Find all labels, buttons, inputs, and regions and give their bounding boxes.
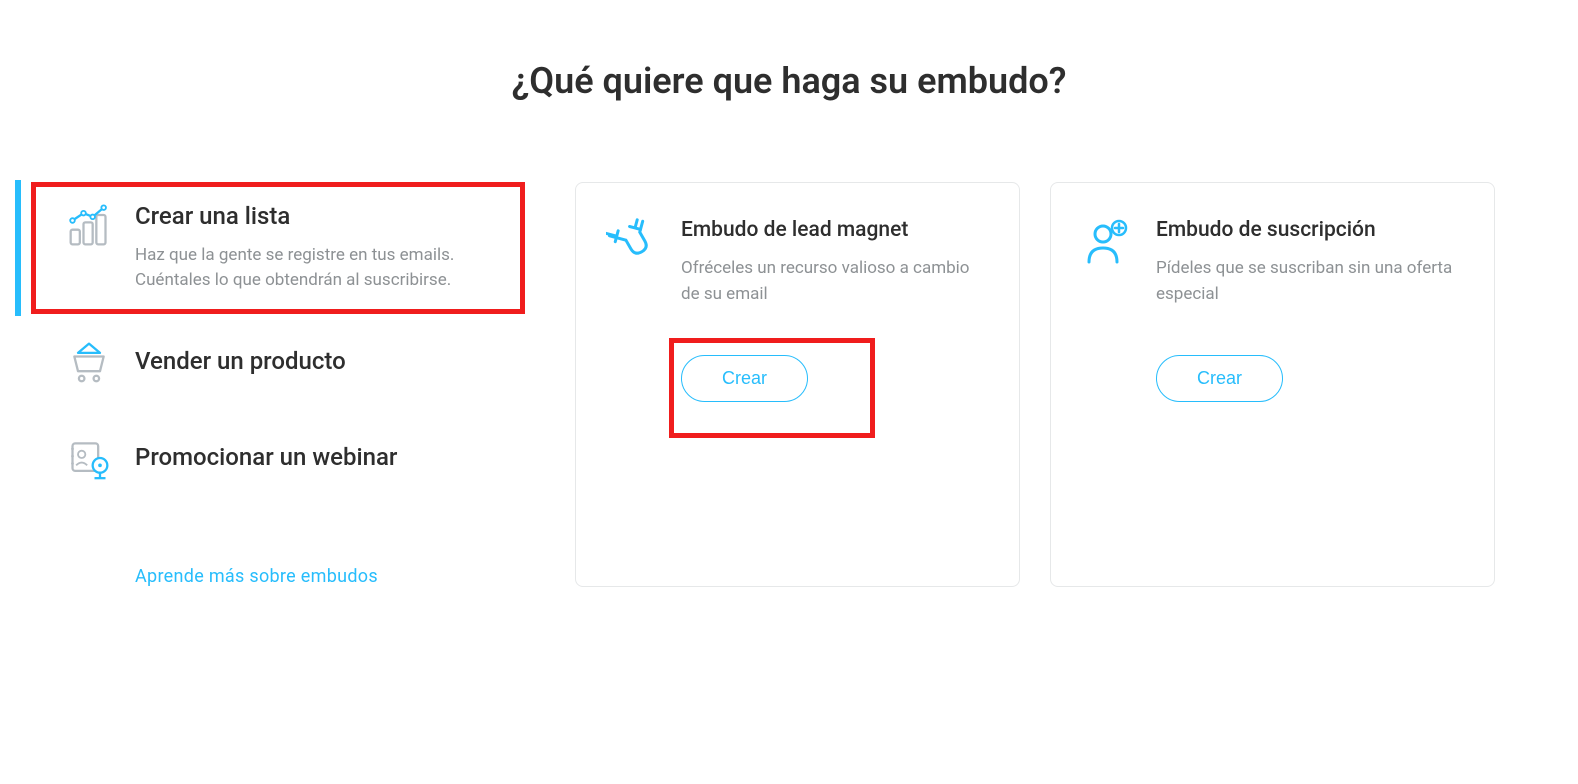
create-button[interactable]: Crear	[1156, 355, 1283, 402]
card-title: Embudo de lead magnet	[681, 218, 989, 242]
chart-growth-icon	[65, 202, 113, 250]
sidebar-item-promote-webinar[interactable]: Promocionar un webinar	[15, 410, 525, 506]
shopping-cart-icon	[65, 338, 113, 386]
sidebar: Crear una lista Haz que la gente se regi…	[15, 182, 525, 587]
learn-more-link[interactable]: Aprende más sobre embudos	[135, 566, 378, 587]
card-description: Ofréceles un recurso valioso a cambio de…	[681, 256, 989, 307]
cards-container: Embudo de lead magnet Ofréceles un recur…	[575, 182, 1563, 587]
sidebar-item-sell-product[interactable]: Vender un producto	[15, 314, 525, 410]
sidebar-item-title: Vender un producto	[135, 347, 495, 376]
card-lead-magnet: Embudo de lead magnet Ofréceles un recur…	[575, 182, 1020, 587]
active-indicator	[15, 180, 21, 316]
sidebar-item-description: Haz que la gente se registre en tus emai…	[135, 243, 495, 294]
person-plus-icon	[1081, 218, 1131, 268]
sidebar-item-create-list[interactable]: Crear una lista Haz que la gente se regi…	[15, 182, 525, 314]
card-subscription: Embudo de suscripción Pídeles que se sus…	[1050, 182, 1495, 587]
sidebar-item-title: Crear una lista	[135, 202, 495, 231]
page-title: ¿Qué quiere que haga su embudo?	[0, 60, 1578, 102]
card-title: Embudo de suscripción	[1156, 218, 1464, 242]
webinar-icon	[65, 434, 113, 482]
sidebar-item-title: Promocionar un webinar	[135, 443, 495, 472]
create-button[interactable]: Crear	[681, 355, 808, 402]
magnet-icon	[606, 218, 656, 268]
card-description: Pídeles que se suscriban sin una oferta …	[1156, 256, 1464, 307]
